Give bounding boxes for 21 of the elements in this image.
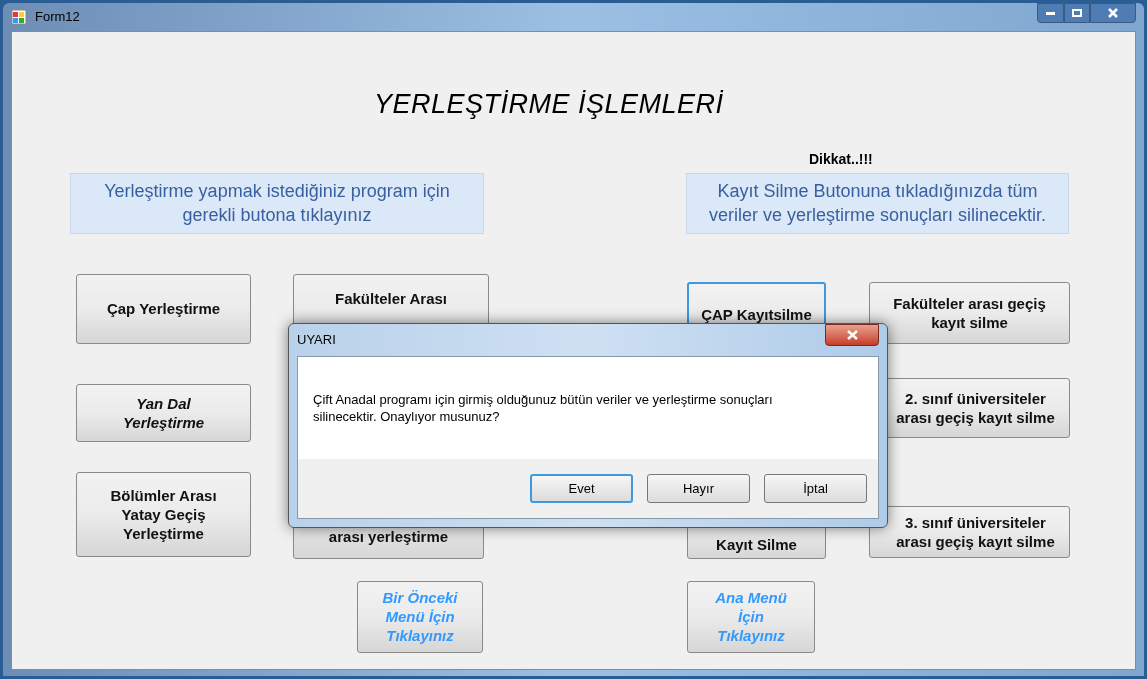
close-button[interactable] xyxy=(825,324,879,346)
maximize-button[interactable] xyxy=(1064,3,1090,23)
page-heading: YERLEŞTİRME İŞLEMLERİ xyxy=(374,88,725,121)
form-button[interactable]: 3. sınıf üniversiteler arası geçiş kayıt silme xyxy=(869,505,1070,558)
close-icon xyxy=(1108,8,1118,18)
warning-label: Dikkat..!!! xyxy=(809,149,873,169)
close-button[interactable] xyxy=(1090,3,1136,23)
dialog-message: Çift Anadal programı için girmiş olduğunuz bütün veriler ve yerleştirme sonuçları silinecektir. Onaylıyor musunuz? xyxy=(313,391,774,425)
form-button[interactable]: Çap Yerleştirme xyxy=(76,273,251,344)
window-title: Form12 xyxy=(35,8,80,27)
instruction-note: Yerleştirme yapmak istediğiniz program için gerekli butona tıklayınız xyxy=(70,172,484,234)
form-button[interactable]: Yan Dal Yerleştirme xyxy=(76,383,251,442)
form-button[interactable]: Bölümler Arası Yatay Geçiş Yerleştirme xyxy=(76,471,251,557)
app-icon xyxy=(11,9,27,25)
minimize-button[interactable] xyxy=(1037,3,1064,23)
close-icon xyxy=(846,330,858,340)
dialog-button[interactable]: Hayır xyxy=(647,474,750,503)
warning-note: Kayıt Silme Butonuna tıkladığınızda tüm veriler ve yerleştirme sonuçları silinecektir. xyxy=(686,172,1069,234)
form-button[interactable]: Fakülteler arası geçiş kayıt silme xyxy=(869,281,1070,344)
dialog-button[interactable]: Evet xyxy=(530,474,633,503)
dialog-button[interactable]: İptal xyxy=(764,474,867,503)
